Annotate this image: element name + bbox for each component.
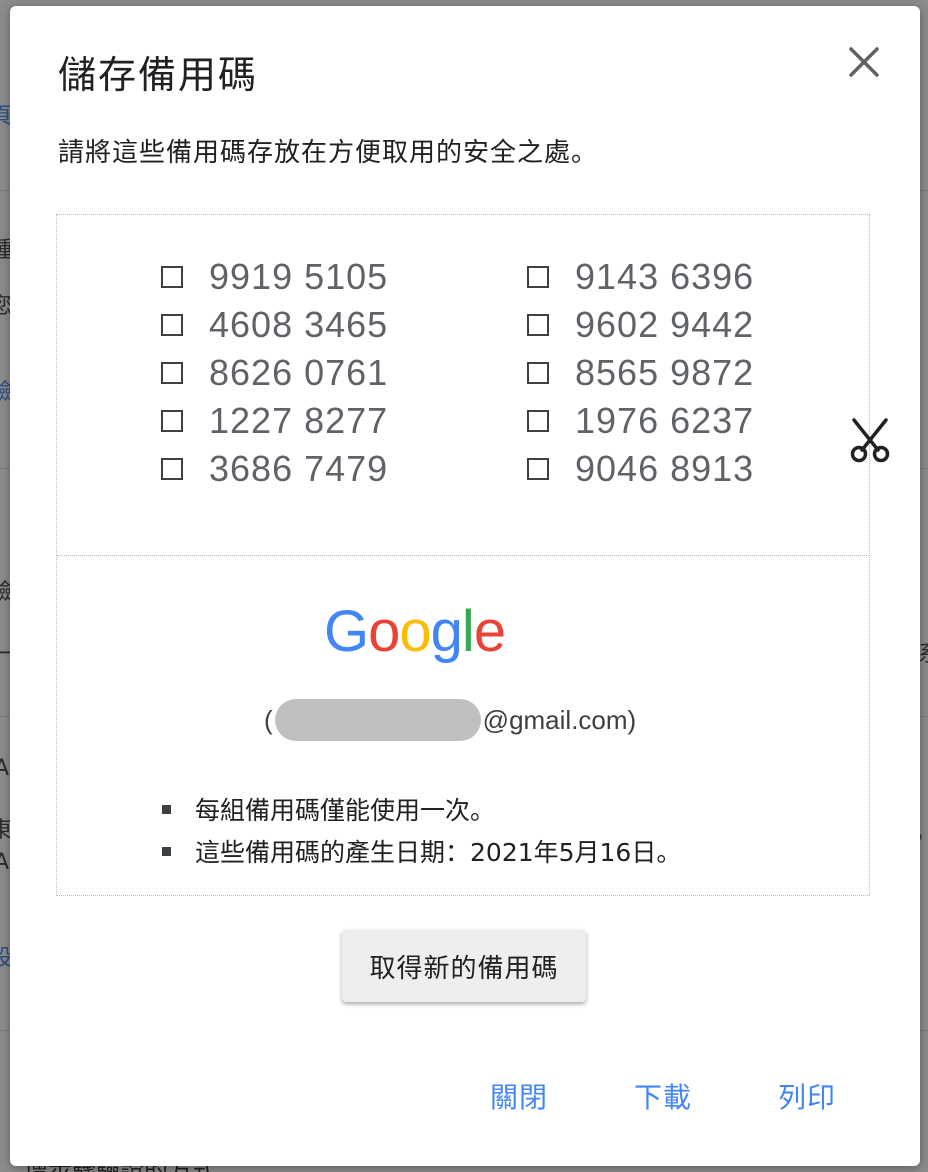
download-button[interactable]: 下載 bbox=[634, 1074, 692, 1118]
code-item: 9046 8913 bbox=[527, 445, 754, 493]
code-checkbox[interactable] bbox=[527, 314, 549, 336]
bullet-icon bbox=[162, 804, 171, 814]
code-item: 3686 7479 bbox=[161, 445, 388, 493]
logo-letter: o bbox=[368, 599, 400, 664]
backup-codes-dialog: 儲存備用碼 請將這些備用碼存放在方便取用的安全之處。 9919 5105 460… bbox=[10, 6, 920, 1166]
note-item: 每組備用碼僅能使用一次。 bbox=[162, 788, 681, 830]
scissors-icon bbox=[850, 418, 890, 463]
logo-letter: o bbox=[399, 599, 431, 664]
code-item: 8565 9872 bbox=[527, 349, 754, 397]
code-item: 1227 8277 bbox=[161, 397, 388, 445]
backup-code: 3686 7479 bbox=[209, 448, 389, 489]
code-checkbox[interactable] bbox=[161, 266, 183, 288]
close-button[interactable] bbox=[844, 42, 884, 82]
code-item: 8626 0761 bbox=[161, 349, 388, 397]
backup-code: 9046 8913 bbox=[575, 448, 755, 489]
code-checkbox[interactable] bbox=[161, 458, 183, 480]
logo-letter: l bbox=[461, 599, 475, 664]
backup-code: 8565 9872 bbox=[575, 352, 755, 393]
code-item: 4608 3465 bbox=[161, 301, 388, 349]
code-item: 9919 5105 bbox=[161, 253, 388, 301]
logo-letter: G bbox=[324, 599, 369, 664]
bullet-icon bbox=[162, 846, 171, 856]
close-dialog-button[interactable]: 關閉 bbox=[490, 1074, 548, 1118]
backup-code: 9143 6396 bbox=[575, 256, 755, 297]
backup-code: 9602 9442 bbox=[575, 304, 755, 345]
backup-code: 9919 5105 bbox=[209, 256, 389, 297]
print-button[interactable]: 列印 bbox=[778, 1074, 836, 1118]
backup-code: 1227 8277 bbox=[209, 400, 389, 441]
code-checkbox[interactable] bbox=[161, 410, 183, 432]
note-text: 每組備用碼僅能使用一次。 bbox=[195, 796, 496, 825]
code-item: 1976 6237 bbox=[527, 397, 754, 445]
note-text: 這些備用碼的產生日期：2021年5月16日。 bbox=[195, 838, 682, 867]
dialog-title: 儲存備用碼 bbox=[58, 53, 259, 97]
codes-column-left: 9919 5105 4608 3465 8626 0761 1227 8277 … bbox=[161, 253, 388, 493]
code-checkbox[interactable] bbox=[527, 362, 549, 384]
code-item: 9602 9442 bbox=[527, 301, 754, 349]
logo-letter: g bbox=[430, 599, 463, 664]
backup-code: 1976 6237 bbox=[575, 400, 755, 441]
note-item: 這些備用碼的產生日期：2021年5月16日。 bbox=[162, 830, 681, 872]
cut-line bbox=[57, 555, 869, 556]
background-fragment: A bbox=[0, 756, 10, 781]
close-icon bbox=[849, 47, 879, 77]
email-redacted bbox=[274, 699, 481, 741]
dialog-description: 請將這些備用碼存放在方便取用的安全之處。 bbox=[58, 138, 599, 168]
code-checkbox[interactable] bbox=[161, 362, 183, 384]
code-notes: 每組備用碼僅能使用一次。 這些備用碼的產生日期：2021年5月16日。 bbox=[162, 788, 681, 872]
background-fragment: A bbox=[0, 850, 10, 875]
codes-column-right: 9143 6396 9602 9442 8565 9872 1976 6237 … bbox=[527, 253, 754, 493]
code-checkbox[interactable] bbox=[527, 458, 549, 480]
code-checkbox[interactable] bbox=[527, 266, 549, 288]
email-open-paren: ( bbox=[264, 704, 273, 735]
code-item: 9143 6396 bbox=[527, 253, 754, 301]
logo-letter: e bbox=[473, 599, 506, 664]
backup-code: 4608 3465 bbox=[209, 304, 389, 345]
email-domain: @gmail.com) bbox=[482, 704, 637, 735]
get-new-codes-button[interactable]: 取得新的備用碼 bbox=[342, 930, 586, 1002]
account-email: ( @gmail.com) bbox=[264, 699, 637, 741]
backup-code: 8626 0761 bbox=[209, 352, 389, 393]
code-checkbox[interactable] bbox=[161, 314, 183, 336]
google-logo: Google bbox=[324, 598, 506, 665]
code-checkbox[interactable] bbox=[527, 410, 549, 432]
